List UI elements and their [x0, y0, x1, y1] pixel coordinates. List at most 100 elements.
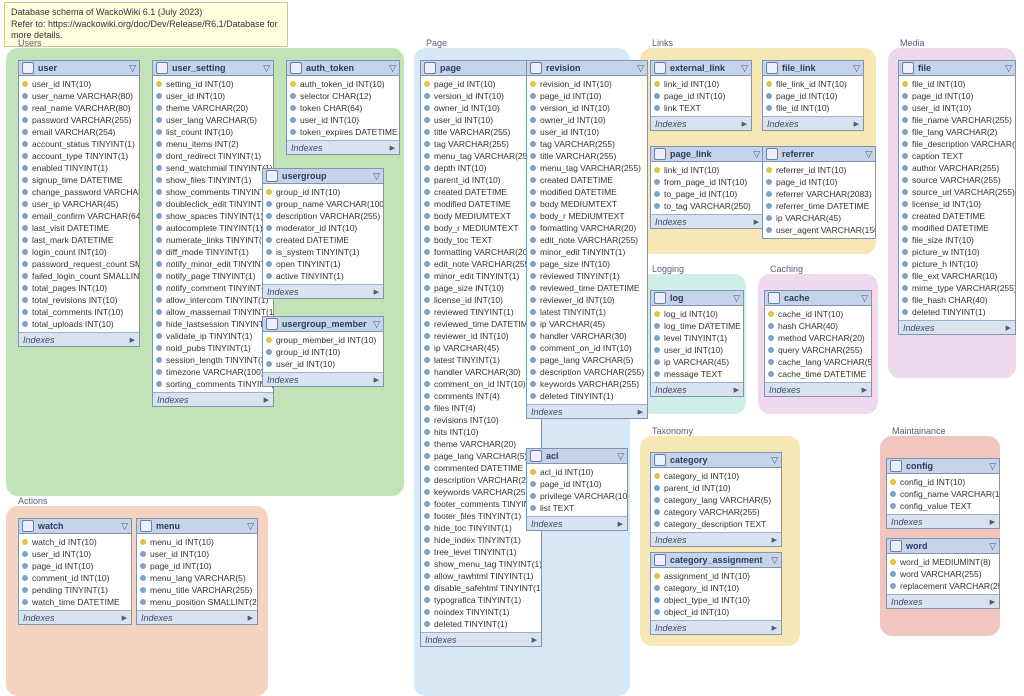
column-row[interactable]: change_password VARCHAR(64): [19, 186, 139, 198]
column-row[interactable]: comment_on_id INT(10): [421, 378, 541, 390]
column-row[interactable]: description VARCHAR(255): [421, 474, 541, 486]
column-row[interactable]: comment_on_id INT(10): [527, 342, 647, 354]
indexes-bar[interactable]: Indexes: [887, 594, 999, 608]
column-row[interactable]: latest TINYINT(1): [421, 354, 541, 366]
column-row[interactable]: latest TINYINT(1): [527, 306, 647, 318]
column-row[interactable]: signup_time DATETIME: [19, 174, 139, 186]
column-row[interactable]: body_r MEDIUMTEXT: [421, 222, 541, 234]
column-row[interactable]: enabled TINYINT(1): [19, 162, 139, 174]
column-row[interactable]: file_lang VARCHAR(2): [899, 126, 1015, 138]
column-row[interactable]: link_id INT(10): [651, 78, 751, 90]
column-row[interactable]: description VARCHAR(255): [263, 210, 383, 222]
column-row[interactable]: body MEDIUMTEXT: [527, 198, 647, 210]
column-row[interactable]: show_menu_tag TINYINT(1): [421, 558, 541, 570]
column-row[interactable]: assignment_id INT(10): [651, 570, 781, 582]
table-header[interactable]: menu▽: [137, 519, 257, 534]
column-row[interactable]: setting_id INT(10): [153, 78, 273, 90]
dropdown-icon[interactable]: ▽: [865, 149, 872, 160]
column-row[interactable]: user_name VARCHAR(80): [19, 90, 139, 102]
indexes-bar[interactable]: Indexes: [153, 392, 273, 406]
column-row[interactable]: group_id INT(10): [263, 186, 383, 198]
column-row[interactable]: tag VARCHAR(255): [527, 138, 647, 150]
column-row[interactable]: license_id INT(10): [421, 294, 541, 306]
indexes-bar[interactable]: Indexes: [651, 620, 781, 634]
indexes-bar[interactable]: Indexes: [527, 404, 647, 418]
column-row[interactable]: menu_position SMALLINT(2): [137, 596, 257, 608]
indexes-bar[interactable]: Indexes: [765, 382, 871, 396]
column-row[interactable]: hide_toc TINYINT(1): [421, 522, 541, 534]
column-row[interactable]: description VARCHAR(255): [527, 366, 647, 378]
column-row[interactable]: account_status TINYINT(1): [19, 138, 139, 150]
table-page_link[interactable]: page_link▽link_id INT(10)from_page_id IN…: [650, 146, 764, 229]
dropdown-icon[interactable]: ▽: [121, 521, 128, 532]
dropdown-icon[interactable]: ▽: [861, 293, 868, 304]
column-row[interactable]: message TEXT: [651, 368, 743, 380]
column-row[interactable]: from_page_id INT(10): [651, 176, 763, 188]
column-row[interactable]: page_id INT(10): [899, 90, 1015, 102]
column-row[interactable]: hide_lastsession TINYINT(1): [153, 318, 273, 330]
column-row[interactable]: list TEXT: [527, 502, 627, 514]
column-row[interactable]: category_description TEXT: [651, 518, 781, 530]
column-row[interactable]: validate_ip TINYINT(1): [153, 330, 273, 342]
column-row[interactable]: page_lang VARCHAR(5): [527, 354, 647, 366]
column-row[interactable]: file_hash CHAR(40): [899, 294, 1015, 306]
dropdown-icon[interactable]: ▽: [373, 319, 380, 330]
column-row[interactable]: user_id INT(10): [19, 78, 139, 90]
column-row[interactable]: allow_massemail TINYINT(1): [153, 306, 273, 318]
column-row[interactable]: page_size INT(10): [421, 282, 541, 294]
column-row[interactable]: last_visit DATETIME: [19, 222, 139, 234]
column-row[interactable]: reviewed_time DATETIME: [527, 282, 647, 294]
table-header[interactable]: auth_token▽: [287, 61, 399, 76]
column-row[interactable]: noindex TINYINT(1): [421, 606, 541, 618]
column-row[interactable]: log_id INT(10): [651, 308, 743, 320]
column-row[interactable]: tree_level TINYINT(1): [421, 546, 541, 558]
column-row[interactable]: show_comments TINYINT(1): [153, 186, 273, 198]
column-row[interactable]: allow_intercom TINYINT(1): [153, 294, 273, 306]
table-cache[interactable]: cache▽cache_id INT(10)hash CHAR(40)metho…: [764, 290, 872, 397]
column-row[interactable]: user_ip VARCHAR(45): [19, 198, 139, 210]
column-row[interactable]: log_time DATETIME: [651, 320, 743, 332]
indexes-bar[interactable]: Indexes: [19, 610, 131, 624]
column-row[interactable]: menu_items INT(2): [153, 138, 273, 150]
column-row[interactable]: picture_w INT(10): [899, 246, 1015, 258]
column-row[interactable]: moderator_id INT(10): [263, 222, 383, 234]
column-row[interactable]: page_id INT(10): [527, 478, 627, 490]
column-row[interactable]: login_count INT(10): [19, 246, 139, 258]
column-row[interactable]: watch_time DATETIME: [19, 596, 131, 608]
column-row[interactable]: total_uploads INT(10): [19, 318, 139, 330]
column-row[interactable]: auth_token_id INT(10): [287, 78, 399, 90]
column-row[interactable]: account_type TINYINT(1): [19, 150, 139, 162]
column-row[interactable]: page_size INT(10): [527, 258, 647, 270]
dropdown-icon[interactable]: ▽: [753, 149, 760, 160]
column-row[interactable]: config_name VARCHAR(100): [887, 488, 999, 500]
table-header[interactable]: file_link▽: [763, 61, 863, 76]
column-row[interactable]: owner_id INT(10): [527, 114, 647, 126]
table-acl[interactable]: acl▽acl_id INT(10)page_id INT(10)privile…: [526, 448, 628, 531]
column-row[interactable]: comments INT(4): [421, 390, 541, 402]
column-row[interactable]: typografica TINYINT(1): [421, 594, 541, 606]
column-row[interactable]: author VARCHAR(255): [899, 162, 1015, 174]
column-row[interactable]: created DATETIME: [527, 174, 647, 186]
column-row[interactable]: config_id INT(10): [887, 476, 999, 488]
table-watch[interactable]: watch▽watch_id INT(10)user_id INT(10)pag…: [18, 518, 132, 625]
column-row[interactable]: session_length TINYINT(3): [153, 354, 273, 366]
column-row[interactable]: reviewer_id INT(10): [421, 330, 541, 342]
dropdown-icon[interactable]: ▽: [1005, 63, 1012, 74]
column-row[interactable]: last_mark DATETIME: [19, 234, 139, 246]
column-row[interactable]: method VARCHAR(20): [765, 332, 871, 344]
table-header[interactable]: category_assignment▽: [651, 553, 781, 568]
column-row[interactable]: source VARCHAR(255): [899, 174, 1015, 186]
column-row[interactable]: theme VARCHAR(20): [153, 102, 273, 114]
column-row[interactable]: depth INT(10): [421, 162, 541, 174]
column-row[interactable]: keywords VARCHAR(255): [527, 378, 647, 390]
column-row[interactable]: to_tag VARCHAR(250): [651, 200, 763, 212]
column-row[interactable]: token CHAR(64): [287, 102, 399, 114]
column-row[interactable]: category_id INT(10): [651, 470, 781, 482]
column-row[interactable]: ip VARCHAR(45): [763, 212, 875, 224]
column-row[interactable]: open TINYINT(1): [263, 258, 383, 270]
column-row[interactable]: page_id INT(10): [527, 90, 647, 102]
column-row[interactable]: edit_note VARCHAR(255): [421, 258, 541, 270]
table-header[interactable]: user_setting▽: [153, 61, 273, 76]
column-row[interactable]: owner_id INT(10): [421, 102, 541, 114]
column-row[interactable]: user_id INT(10): [263, 358, 383, 370]
